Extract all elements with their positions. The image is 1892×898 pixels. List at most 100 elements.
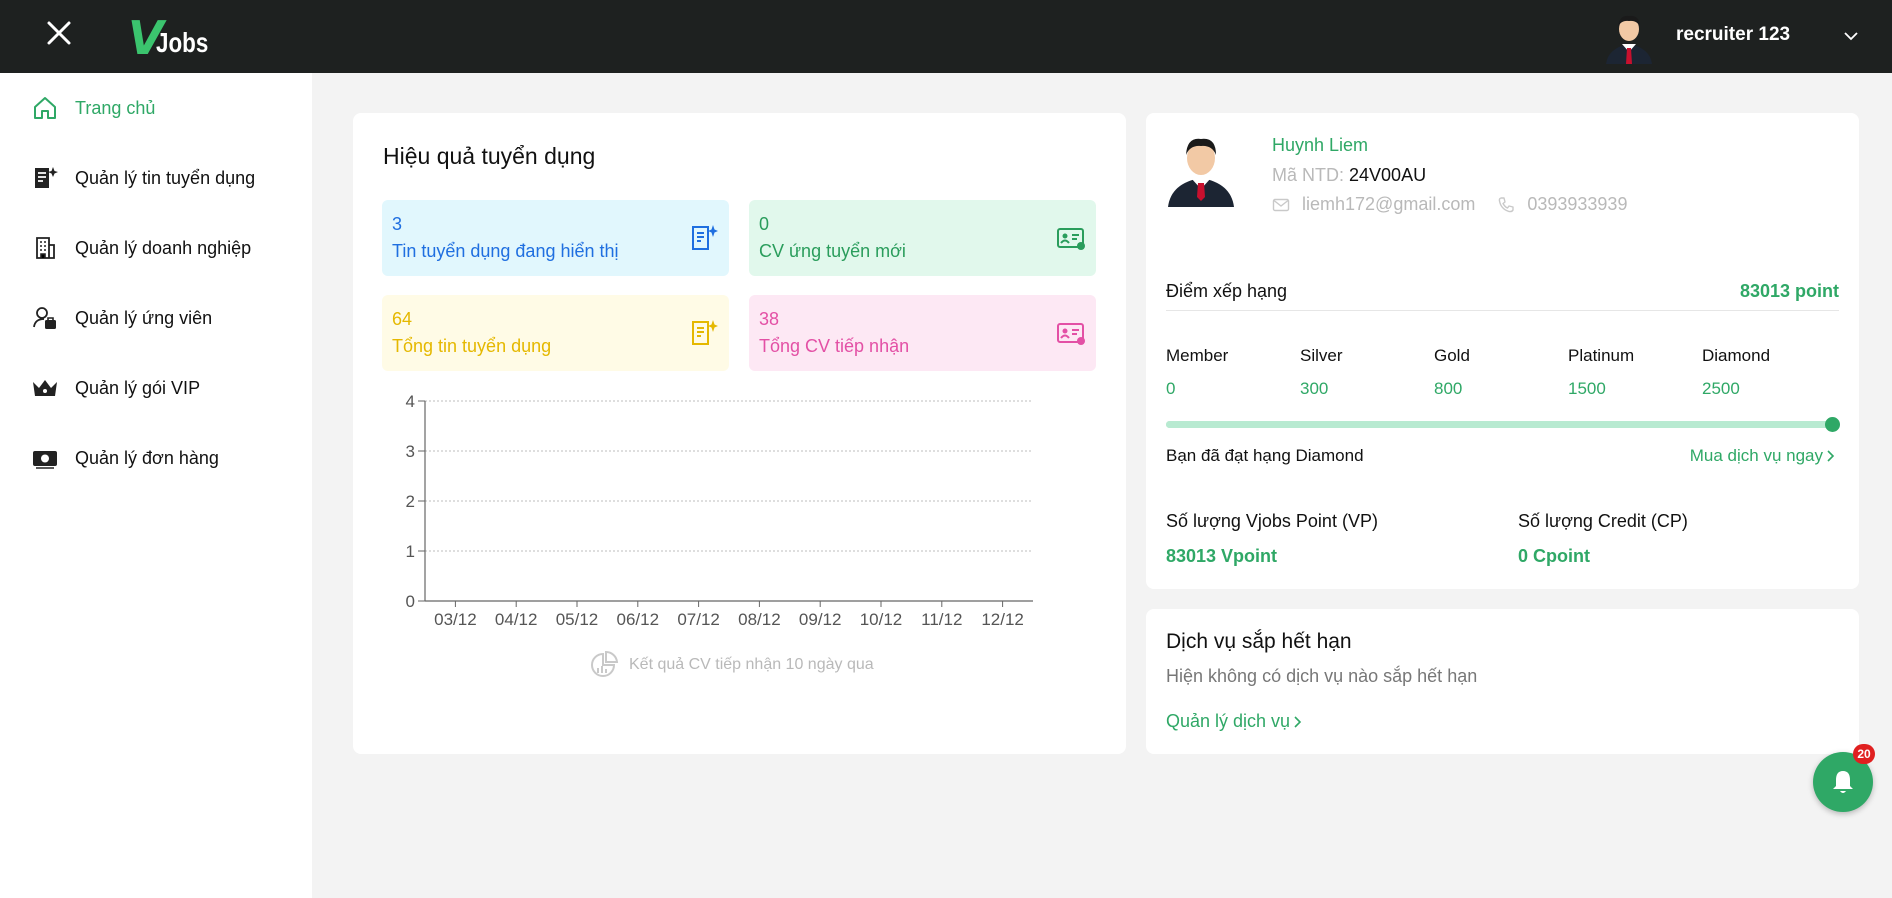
- tier-value: 1500: [1568, 379, 1606, 398]
- x-tick-label: 03/12: [434, 610, 477, 629]
- sidebar-item-job-posts[interactable]: Quản lý tin tuyển dụng: [30, 160, 255, 196]
- manage-services-link[interactable]: Quản lý dịch vụ: [1166, 711, 1304, 732]
- tier-value: 300: [1300, 379, 1329, 398]
- vp-label: Số lượng Vjobs Point (VP): [1166, 511, 1378, 531]
- recruiter-name: Huynh Liem: [1272, 135, 1369, 155]
- chevron-right-icon: [1294, 715, 1302, 728]
- x-tick-label: 12/12: [981, 610, 1024, 629]
- sidebar-item-home[interactable]: Trang chủ: [30, 90, 155, 126]
- stat-label: Tổng tin tuyển dụng: [392, 336, 552, 356]
- recruiter-code: Mã NTD: 24V00AU: [1272, 165, 1426, 186]
- tier-member: Member 0: [1166, 346, 1300, 399]
- y-tick-label: 1: [406, 542, 415, 561]
- achieved-rank-text: Bạn đã đạt hạng Diamond: [1166, 446, 1364, 465]
- building-icon: [30, 233, 60, 263]
- buy-service-label: Mua dịch vụ ngay: [1689, 446, 1823, 465]
- manage-services-label: Quản lý dịch vụ: [1166, 711, 1291, 731]
- rank-progress-knob: [1825, 417, 1840, 432]
- tier-name: Gold: [1434, 346, 1470, 365]
- recruiter-code-label: Mã NTD:: [1272, 165, 1344, 185]
- chart-caption-text: Kết quả CV tiếp nhận 10 ngày qua: [629, 656, 874, 673]
- chevron-down-icon[interactable]: [1842, 27, 1860, 45]
- card-title: Dịch vụ sắp hết hạn: [1166, 630, 1352, 653]
- tier-silver: Silver 300: [1300, 346, 1434, 399]
- job-post-icon: [30, 163, 60, 193]
- job-post-icon: [692, 225, 718, 250]
- card-title: Hiệu quả tuyển dụng: [383, 143, 596, 169]
- stat-value: 3: [392, 214, 403, 234]
- cv-received-chart: 0 1 2 3 4 03/12 04/12 05/12 06/12 07/12 08/12 09/12…: [406, 393, 1033, 629]
- user-menu[interactable]: recruiter 123: [1592, 0, 1892, 73]
- rank-row: Điểm xếp hạng 83013 point: [1166, 277, 1839, 311]
- recruiter-contact: liemh172@gmail.com 0393933939: [1272, 194, 1627, 215]
- sidebar-item-label: Quản lý đơn hàng: [75, 447, 219, 468]
- y-tick-label: 2: [406, 492, 415, 511]
- rank-progress-fill: [1166, 421, 1836, 428]
- stat-label: CV ứng tuyển mới: [759, 241, 906, 261]
- home-icon: [30, 93, 60, 123]
- stat-value: 0: [759, 214, 770, 234]
- x-tick-label: 04/12: [495, 610, 538, 629]
- user-avatar: [1606, 15, 1652, 64]
- sidebar-item-label: Trang chủ: [75, 97, 156, 118]
- x-tick-label: 07/12: [677, 610, 720, 629]
- tier-name: Silver: [1300, 346, 1343, 365]
- tier-name: Platinum: [1568, 346, 1635, 365]
- expiring-empty-text: Hiện không có dịch vụ nào sắp hết hạn: [1166, 666, 1478, 686]
- stat-value: 64: [392, 309, 413, 329]
- x-tick-label: 06/12: [617, 610, 660, 629]
- x-tick-label: 10/12: [860, 610, 903, 629]
- tier-name: Member: [1166, 346, 1229, 365]
- cv-card-icon: [1057, 323, 1085, 345]
- sidebar-item-candidates[interactable]: Quản lý ứng viên: [30, 300, 212, 336]
- x-tick-label: 08/12: [738, 610, 781, 629]
- stat-active-jobs[interactable]: 3 Tin tuyển dụng đang hiển thị: [382, 200, 729, 276]
- tier-value: 0: [1166, 379, 1176, 398]
- sidebar-item-company[interactable]: Quản lý doanh nghiệp: [30, 230, 251, 266]
- mail-icon: [1272, 198, 1290, 211]
- stat-new-cv[interactable]: 0 CV ứng tuyển mới: [749, 200, 1096, 276]
- notification-badge: 20: [1853, 744, 1875, 764]
- x-tick-label: 11/12: [921, 610, 962, 629]
- stat-label: Tổng CV tiếp nhận: [759, 336, 910, 356]
- close-icon[interactable]: [44, 18, 74, 48]
- recruiter-phone: 0393933939: [1527, 194, 1628, 214]
- x-tick-label: 05/12: [556, 610, 599, 629]
- recruiter-email: liemh172@gmail.com: [1302, 194, 1476, 214]
- candidate-icon: [30, 303, 60, 333]
- sidebar-item-label: Quản lý gói VIP: [75, 377, 201, 398]
- stat-label: Tin tuyển dụng đang hiển thị: [392, 241, 619, 261]
- tier-platinum: Platinum 1500: [1568, 346, 1702, 399]
- crown-icon: [30, 373, 60, 403]
- tier-value: 800: [1434, 379, 1463, 398]
- tier-name: Diamond: [1702, 346, 1771, 365]
- sidebar-item-label: Quản lý ứng viên: [75, 307, 213, 328]
- vp-value: 83013 Vpoint: [1166, 546, 1278, 566]
- sidebar-item-vip[interactable]: Quản lý gói VIP: [30, 370, 200, 406]
- tier-gold: Gold 800: [1434, 346, 1568, 399]
- y-tick-label: 0: [406, 592, 415, 611]
- stat-value: 38: [759, 309, 780, 329]
- phone-icon: [1499, 196, 1515, 212]
- sidebar-item-orders[interactable]: Quản lý đơn hàng: [30, 440, 219, 476]
- cp-value: 0 Cpoint: [1518, 546, 1590, 566]
- rank-label: Điểm xếp hạng: [1166, 281, 1288, 301]
- chevron-right-icon: [1827, 450, 1835, 462]
- tier-value: 2500: [1702, 379, 1740, 398]
- buy-service-link[interactable]: Mua dịch vụ ngay: [1690, 446, 1837, 466]
- top-bar: V Jobs recruiter 123: [0, 0, 1892, 73]
- bell-icon: [1833, 771, 1853, 793]
- money-icon: [30, 443, 60, 473]
- user-name: recruiter 123: [1676, 24, 1791, 45]
- expiring-services-card: Dịch vụ sắp hết hạn Hiện không có dịch v…: [1146, 609, 1859, 754]
- tier-diamond: Diamond 2500: [1702, 346, 1836, 399]
- rank-points: 83013 point: [1739, 281, 1839, 301]
- vjobs-logo[interactable]: V Jobs: [128, 12, 221, 61]
- sidebar-item-label: Quản lý doanh nghiệp: [75, 237, 252, 258]
- x-tick-label: 09/12: [799, 610, 842, 629]
- cv-card-icon: [1057, 228, 1085, 250]
- recruiter-code-value: 24V00AU: [1349, 165, 1427, 185]
- stat-total-cv[interactable]: 38 Tổng CV tiếp nhận: [749, 295, 1096, 371]
- stat-total-jobs[interactable]: 64 Tổng tin tuyển dụng: [382, 295, 729, 371]
- job-post-icon: [692, 320, 718, 345]
